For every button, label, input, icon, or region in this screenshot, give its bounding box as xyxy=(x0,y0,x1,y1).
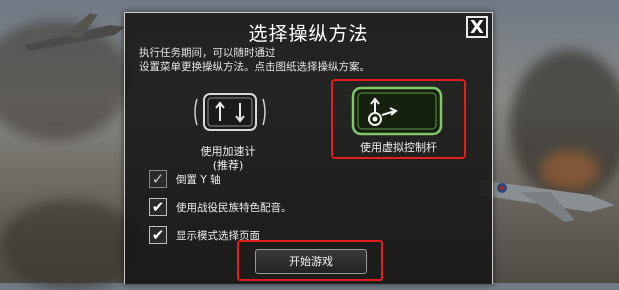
airplane-silhouette xyxy=(25,13,125,51)
options-list: ✓ 倒置 Y 轴 ✔ 使用战役民族特色配音。 ✔ 显示模式选择页面 xyxy=(149,165,292,249)
description-line: 设置菜单更换操纵方法。点击图纸选择操纵方案。 xyxy=(139,61,370,73)
tilt-phone-icon xyxy=(194,93,266,131)
option-label: 倒置 Y 轴 xyxy=(176,173,221,186)
scheme-label: 使用加速计 xyxy=(200,145,256,158)
control-method-dialog: 选择操纵方法 X 执行任务期间，可以随时通过 设置菜单更换操纵方法。点击图纸选择… xyxy=(124,12,493,284)
fire-glow xyxy=(540,150,600,190)
smoke-cloud xyxy=(0,20,130,140)
checkbox[interactable]: ✔ xyxy=(149,226,167,244)
virtual-joystick-phone-icon xyxy=(351,86,443,136)
close-button[interactable]: X xyxy=(466,16,488,38)
option-invert-y-axis[interactable]: ✓ 倒置 Y 轴 xyxy=(149,165,292,193)
start-button-highlight: 开始游戏 xyxy=(237,240,383,281)
scheme-label: 使用虚拟控制杆 xyxy=(360,141,437,154)
scheme-virtual-joystick[interactable]: 使用虚拟控制杆 xyxy=(331,79,466,159)
option-national-voice[interactable]: ✔ 使用战役民族特色配音。 xyxy=(149,193,292,221)
dialog-description: 执行任务期间，可以随时通过 设置菜单更换操纵方法。点击图纸选择操纵方案。 xyxy=(139,46,439,74)
option-label: 使用战役民族特色配音。 xyxy=(176,201,292,214)
checkbox[interactable]: ✔ xyxy=(149,198,167,216)
smoke-cloud xyxy=(510,50,619,200)
description-line: 执行任务期间，可以随时通过 xyxy=(139,47,276,59)
dialog-title: 选择操纵方法 xyxy=(248,23,369,45)
checkbox[interactable]: ✓ xyxy=(149,170,167,188)
start-game-button[interactable]: 开始游戏 xyxy=(255,249,367,274)
airplane-silhouette xyxy=(480,180,615,222)
smoke-cloud xyxy=(0,200,140,290)
